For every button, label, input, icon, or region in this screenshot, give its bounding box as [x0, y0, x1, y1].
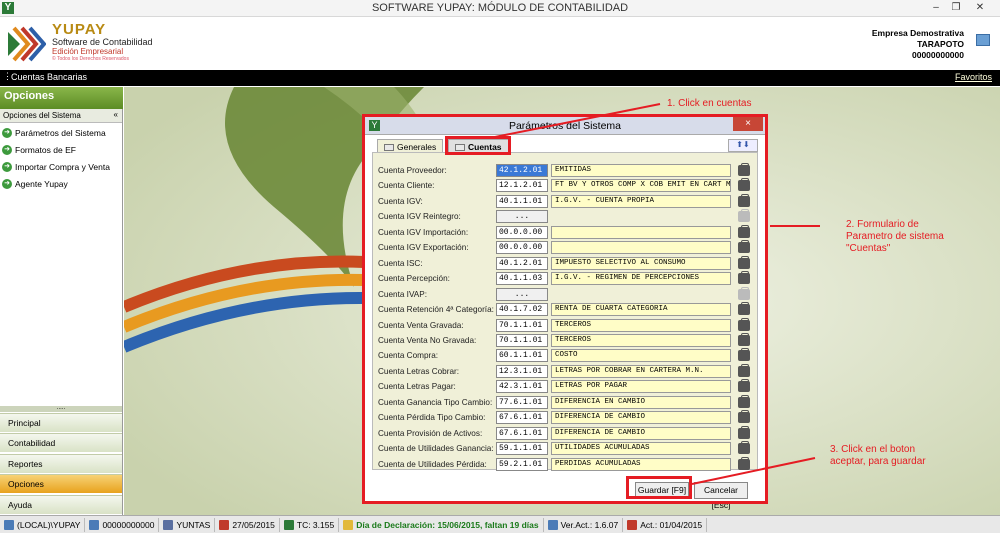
- status-icon: [343, 519, 354, 530]
- sidebar: Opciones Opciones del Sistema « ➜ Parámet…: [0, 87, 123, 515]
- maximize-button[interactable]: ❐: [948, 1, 964, 15]
- nav-ayuda[interactable]: Ayuda: [0, 495, 122, 514]
- highlight-dialog: [362, 114, 768, 504]
- favorites-link[interactable]: Favoritos: [955, 72, 992, 82]
- status-icon: [219, 519, 230, 530]
- sidebar-item-formatos[interactable]: ➜ Formatos de EF: [2, 142, 76, 157]
- status-text: 00000000000: [102, 519, 155, 530]
- status-text: Ver.Act.: 1.6.07: [560, 519, 619, 530]
- status-text: TC: 3.155: [296, 519, 335, 530]
- date-status: 27/05/2015: [215, 517, 280, 532]
- logo-subtitle: Software de Contabilidad: [52, 37, 153, 47]
- close-window-button[interactable]: ✕: [972, 1, 988, 15]
- ruc-status: 00000000000: [85, 517, 160, 532]
- status-text: YUNTAS: [176, 519, 211, 530]
- version-status: Ver.Act.: 1.6.07: [544, 517, 624, 532]
- status-text: 27/05/2015: [232, 519, 275, 530]
- nav-contabilidad[interactable]: Contabilidad: [0, 433, 122, 452]
- status-icon: [283, 519, 294, 530]
- arrow-circle-icon: ➜: [2, 161, 12, 172]
- arrow-circle-icon: ➜: [2, 127, 12, 138]
- nav-opciones[interactable]: Opciones: [0, 474, 122, 493]
- status-icon: [89, 519, 100, 530]
- minimize-button[interactable]: –: [928, 1, 944, 15]
- collapse-icon[interactable]: «: [114, 110, 118, 119]
- company-city: TARAPOTO: [917, 39, 964, 49]
- annotation-3: 3. Click en el boton aceptar, para guard…: [830, 444, 926, 467]
- company-info: Empresa Demostrativa TARAPOTO 0000000000…: [872, 28, 964, 61]
- company-name: Empresa Demostrativa: [871, 28, 964, 38]
- status-icon: [547, 519, 558, 530]
- sidebar-item-importar[interactable]: ➜ Importar Compra y Venta: [2, 159, 110, 174]
- nav-reportes[interactable]: Reportes: [0, 454, 122, 473]
- menubar: ⋮ Cuentas Bancarias Favoritos: [0, 70, 1000, 86]
- highlight-guardar: [626, 476, 692, 499]
- highlight-tab-cuentas: [445, 136, 511, 155]
- user-status: YUNTAS: [159, 517, 216, 532]
- arrow-circle-icon: ➜: [2, 178, 12, 189]
- status-text: Día de Declaración: 15/06/2015, faltan 1…: [356, 519, 539, 530]
- arrow-circle-icon: ➜: [2, 144, 12, 155]
- status-icon: [163, 519, 174, 530]
- annotation-2: 2. Formulario de Parametro de sistema "C…: [846, 219, 944, 254]
- exchange-rate-status: TC: 3.155: [280, 517, 340, 532]
- sidebar-subheader[interactable]: Opciones del Sistema «: [0, 109, 122, 123]
- logo-edition: Edición Empresarial: [52, 47, 124, 56]
- status-icon: [4, 519, 14, 530]
- sidebar-subheader-label: Opciones del Sistema: [3, 111, 81, 120]
- company-ruc: 00000000000: [911, 50, 964, 60]
- sidebar-item-agente[interactable]: ➜ Agente Yupay: [2, 176, 68, 191]
- statusbar: (LOCAL)\YUPAY 00000000000 YUNTAS 27/05/2015…: [0, 515, 1000, 533]
- server-status: (LOCAL)\YUPAY: [0, 517, 86, 532]
- status-text: Act.: 01/04/2015: [640, 519, 703, 530]
- annotation-1: 1. Click en cuentas: [667, 98, 752, 109]
- yupay-logo-icon: [6, 24, 46, 62]
- declaration-status: Día de Declaración: 15/06/2015, faltan 1…: [339, 517, 544, 532]
- status-icon: [627, 519, 638, 530]
- nav-principal[interactable]: Principal: [0, 413, 122, 432]
- logo-tagline: © Todos los Derechos Reservados: [52, 56, 129, 62]
- sidebar-header: Opciones: [0, 87, 123, 109]
- window-title: SOFTWARE YUPAY: MÓDULO DE CONTABILIDAD: [371, 2, 629, 14]
- update-status: Act.: 01/04/2015: [623, 517, 708, 532]
- status-text: (LOCAL)\YUPAY: [17, 519, 81, 530]
- sidebar-item-parametros[interactable]: ➜ Parámetros del Sistema: [2, 125, 106, 140]
- splitter-grip[interactable]: .....: [0, 405, 122, 412]
- menu-cuentas-bancarias[interactable]: Cuentas Bancarias: [11, 72, 87, 82]
- company-card-icon[interactable]: [976, 34, 990, 46]
- window-titlebar: Y SOFTWARE YUPAY: MÓDULO DE CONTABILIDAD…: [0, 0, 1000, 17]
- logo-name: YUPAY: [52, 21, 107, 38]
